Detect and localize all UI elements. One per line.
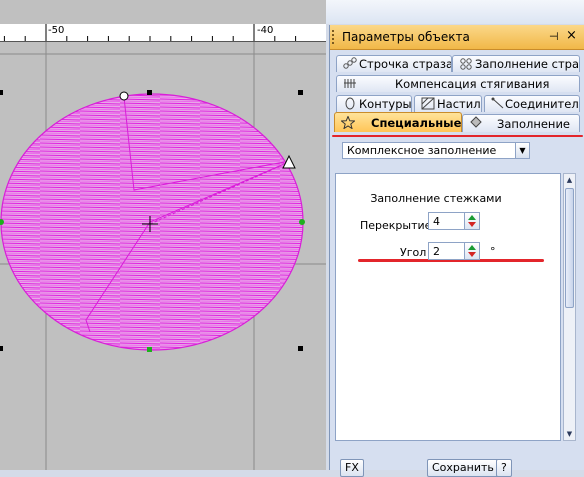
close-icon[interactable]: × [566, 28, 577, 43]
start-point-icon[interactable] [119, 91, 129, 101]
tab-label: Специальные [371, 116, 462, 130]
chevron-down-icon[interactable]: ▼ [515, 143, 529, 158]
help-button[interactable]: ? [496, 459, 512, 477]
group-title: Заполнение стежками [370, 192, 502, 205]
tab-underlay[interactable]: Настил [414, 95, 482, 112]
tab-label: Настил [437, 97, 481, 111]
design-canvas[interactable]: -50 -40 [0, 0, 326, 470]
fill-type-value: Комплексное заполнение [347, 144, 497, 157]
selection-handle[interactable] [0, 90, 3, 95]
angle-spinner[interactable]: 2 [428, 242, 480, 260]
tab-label: Заполнение [497, 117, 570, 131]
scroll-thumb[interactable] [565, 188, 574, 308]
fill-bucket-icon [470, 116, 482, 128]
tab-label: Компенсация стягивания [395, 77, 550, 91]
highlight-underline [332, 135, 583, 137]
vertical-scrollbar[interactable]: ▲ ▼ [563, 173, 576, 441]
tab-rhinestone-stitch[interactable]: Строчка страза... [336, 55, 452, 72]
selection-handle[interactable] [0, 346, 3, 351]
pin-icon[interactable]: ⊣ [549, 30, 559, 43]
horizontal-ruler: -50 -40 [0, 24, 326, 42]
panel-title: Параметры объекта [342, 30, 470, 44]
tab-special[interactable]: Специальные [334, 112, 462, 132]
drag-grip-icon[interactable] [332, 30, 337, 44]
scroll-up-icon[interactable]: ▲ [564, 174, 575, 186]
fx-button[interactable]: FX [340, 459, 364, 477]
save-button[interactable]: Сохранить [427, 459, 499, 477]
stitch-fill [0, 93, 304, 351]
fill-type-select[interactable]: Комплексное заполнение ▼ [342, 142, 530, 159]
degree-unit: ° [490, 245, 496, 258]
spin-arrows-icon[interactable] [464, 243, 479, 259]
selection-handle[interactable] [299, 219, 305, 225]
overlap-label: Перекрытие [360, 219, 432, 232]
outline-icon [345, 97, 355, 110]
tab-label: Соединители [505, 97, 580, 111]
object-properties-panel: Параметры объекта ⊣ × Строчка страза... … [329, 25, 584, 477]
selection-handle[interactable] [147, 90, 152, 95]
ruler-ticks [3, 24, 297, 41]
tab-connectors[interactable]: Соединители [484, 95, 580, 112]
tab-label: Заполнение страз... [475, 57, 580, 71]
stitch-fill-settings: Заполнение стежками Перекрытие 4 Угол 2 … [335, 173, 561, 441]
pull-compensation-icon [344, 79, 356, 88]
selection-handle[interactable] [298, 90, 303, 95]
underlay-icon [421, 97, 435, 110]
rhinestone-fill-icon [460, 58, 472, 70]
tab-outlines[interactable]: Контуры [336, 95, 412, 112]
tab-rhinestone-fill[interactable]: Заполнение страз... [452, 55, 580, 72]
spin-arrows-icon[interactable] [464, 213, 479, 229]
panel-title-bar[interactable]: Параметры объекта ⊣ × [330, 25, 584, 50]
scroll-down-icon[interactable]: ▼ [564, 428, 575, 440]
selection-handle[interactable] [147, 347, 152, 352]
connector-icon [491, 97, 504, 109]
tab-pull-compensation[interactable]: Компенсация стягивания [336, 75, 580, 92]
overlap-spinner[interactable]: 4 [428, 212, 480, 230]
tab-label: Строчка страза... [359, 57, 452, 71]
angle-value[interactable]: 2 [433, 245, 440, 258]
rhinestone-stitch-icon [343, 57, 357, 69]
tab-label: Контуры [359, 97, 412, 111]
tab-fill[interactable]: Заполнение [462, 114, 580, 132]
selection-handle[interactable] [298, 346, 303, 351]
star-icon [341, 116, 355, 129]
angle-label: Угол [400, 246, 427, 259]
embroidery-object[interactable] [0, 42, 326, 470]
overlap-value[interactable]: 4 [433, 215, 440, 228]
